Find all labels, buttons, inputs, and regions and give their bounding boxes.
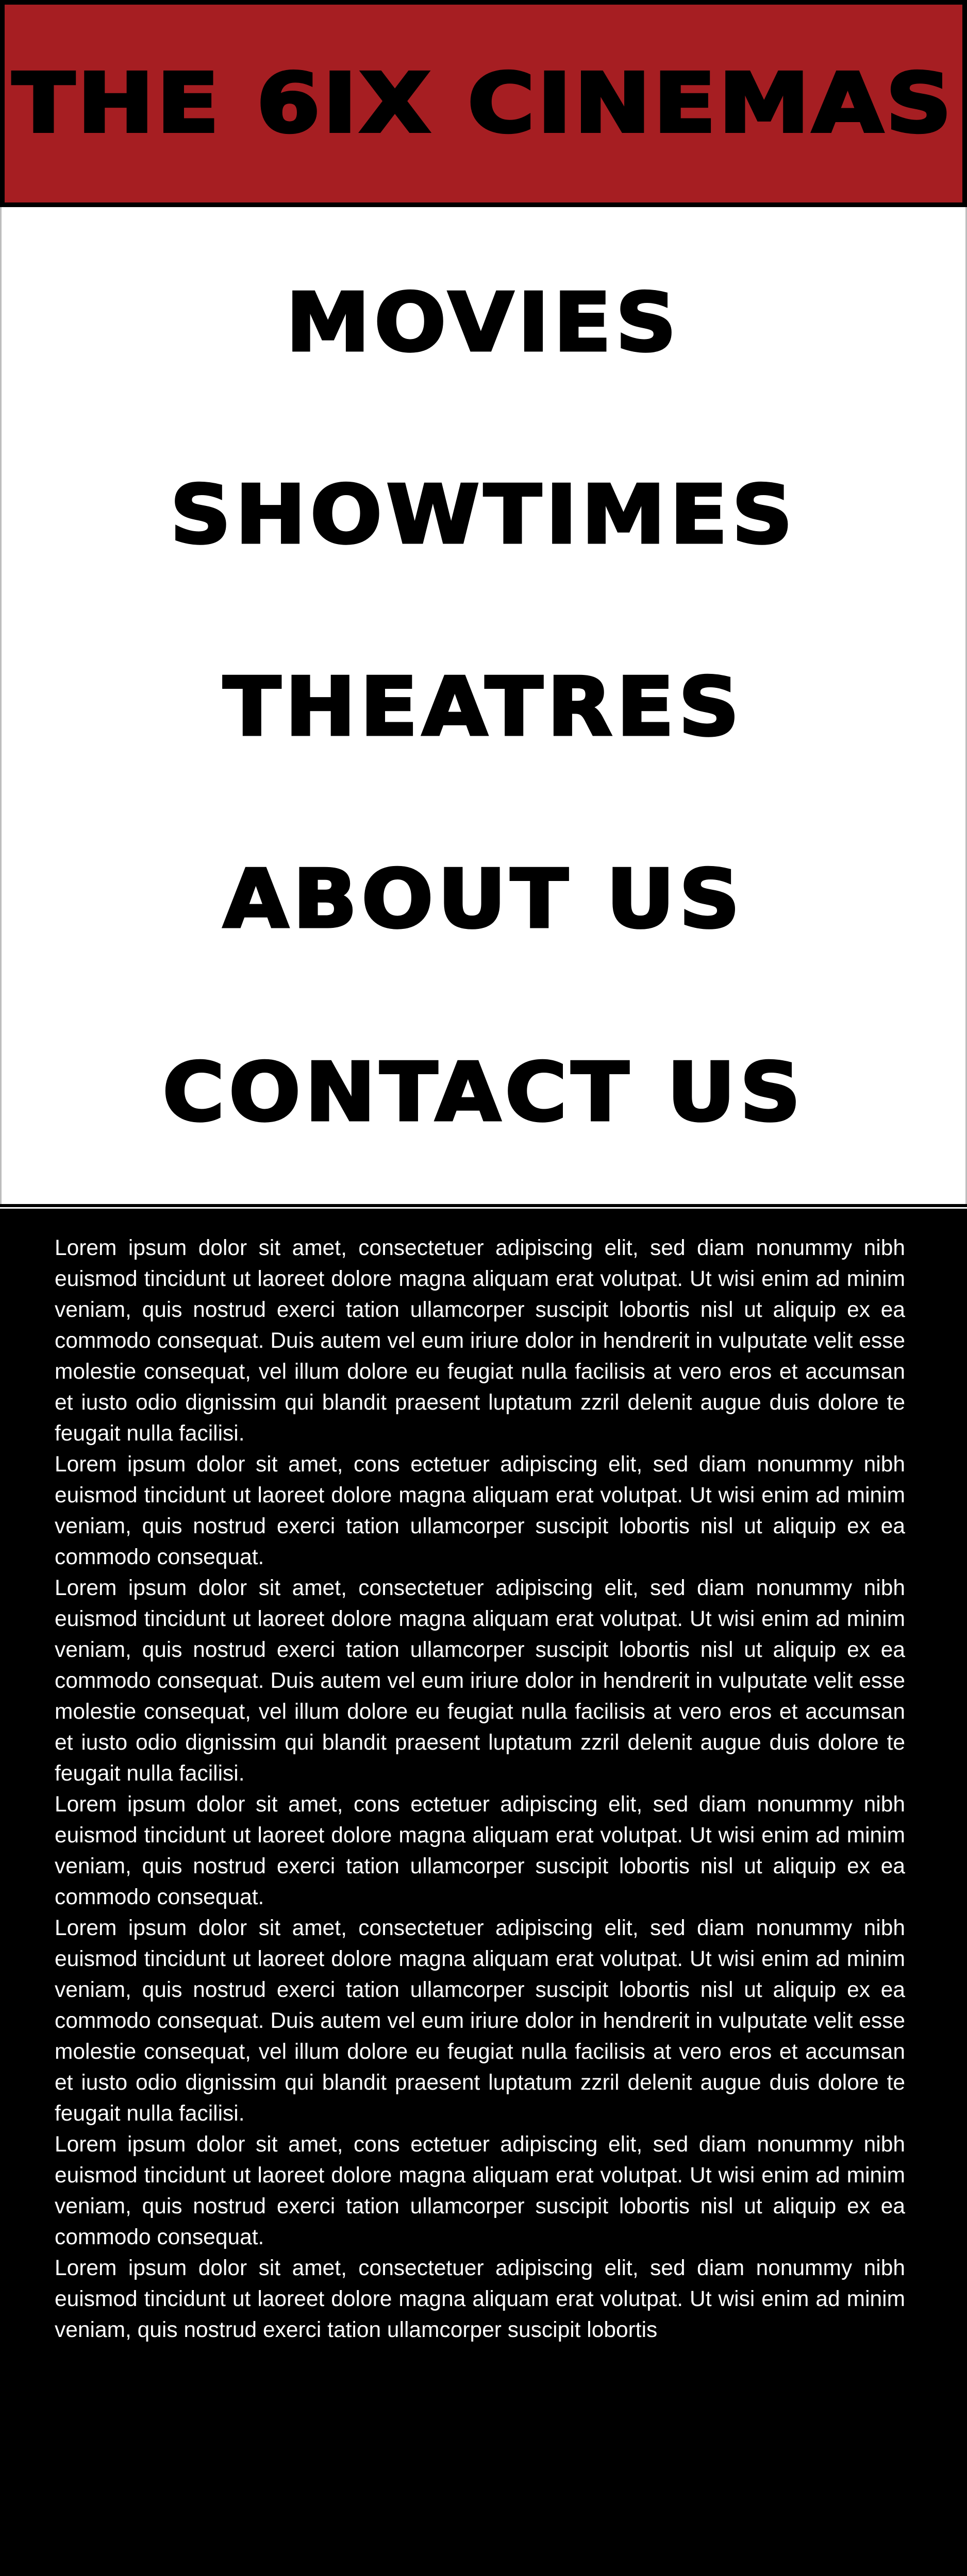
main-navigation: MOVIES SHOWTIMES THEATRES ABOUT US CONTA… xyxy=(0,207,967,1204)
site-title: THE 6IX CINEMAS xyxy=(11,56,955,151)
paragraph: Lorem ipsum dolor sit amet, consectetuer… xyxy=(55,1576,905,1786)
nav-item-label: SHOWTIMES xyxy=(169,468,797,562)
content-area: Lorem ipsum dolor sit amet, consectetuer… xyxy=(0,1212,967,2576)
paragraph: Lorem ipsum dolor sit amet, consectetuer… xyxy=(55,2256,905,2342)
paragraph: Lorem ipsum dolor sit amet, cons ectetue… xyxy=(55,1452,905,1569)
paragraph: Lorem ipsum dolor sit amet, cons ectetue… xyxy=(55,2132,905,2249)
paragraph: Lorem ipsum dolor sit amet, cons ectetue… xyxy=(55,1792,905,1909)
site-header: THE 6IX CINEMAS xyxy=(0,0,967,207)
nav-item-movies[interactable]: MOVIES xyxy=(2,276,965,369)
nav-item-showtimes[interactable]: SHOWTIMES xyxy=(2,468,965,562)
nav-item-label: THEATRES xyxy=(222,660,744,754)
nav-item-contact-us[interactable]: CONTACT US xyxy=(2,1045,965,1139)
nav-item-label: ABOUT US xyxy=(222,852,744,946)
nav-item-label: CONTACT US xyxy=(161,1045,805,1139)
paragraph: Lorem ipsum dolor sit amet, consectetuer… xyxy=(55,1236,905,1446)
section-divider xyxy=(0,1204,967,1212)
nav-item-theatres[interactable]: THEATRES xyxy=(2,660,965,754)
nav-item-about-us[interactable]: ABOUT US xyxy=(2,852,965,946)
nav-item-label: MOVIES xyxy=(285,276,681,369)
body-text: Lorem ipsum dolor sit amet, consectetuer… xyxy=(55,1233,905,2346)
paragraph: Lorem ipsum dolor sit amet, consectetuer… xyxy=(55,1916,905,2126)
